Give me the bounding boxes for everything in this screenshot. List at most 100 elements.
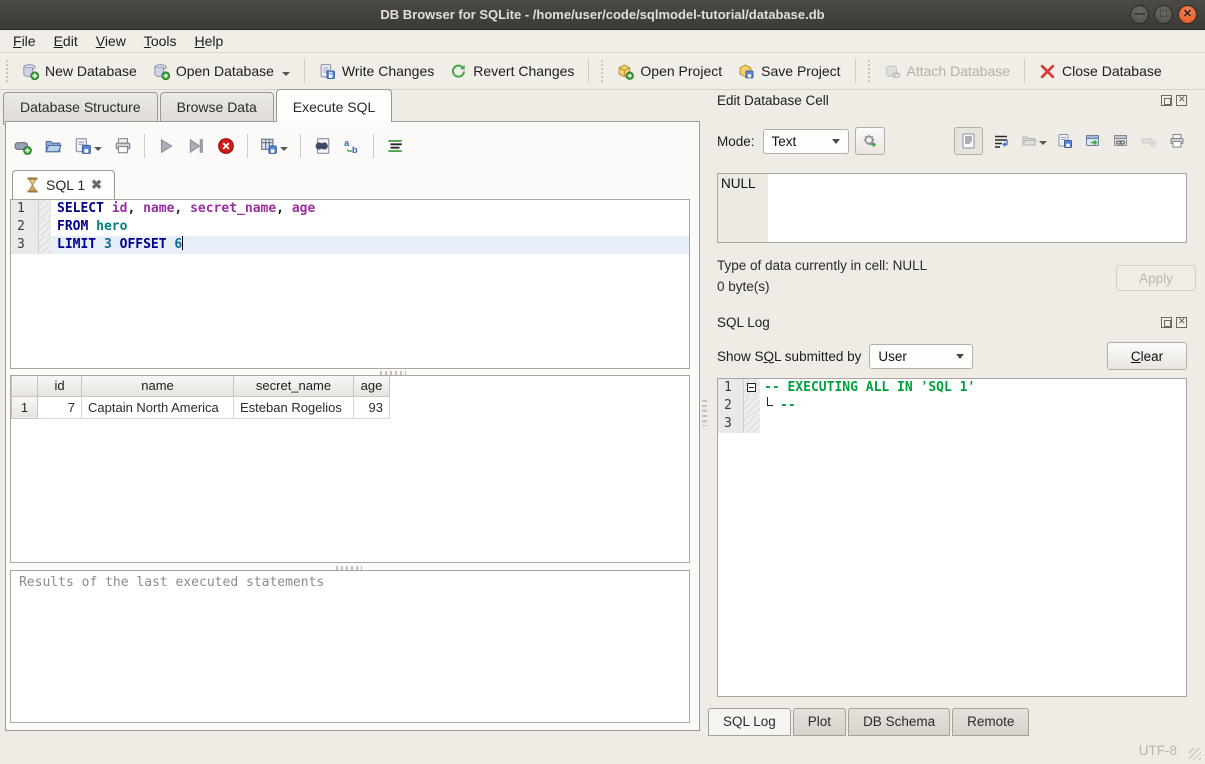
sql-log-view[interactable]: 1 -- EXECUTING ALL IN 'SQL 1' 2 -- 3: [717, 378, 1187, 697]
export-cell-button[interactable]: [1055, 131, 1075, 151]
text-view-button[interactable]: [954, 127, 983, 155]
panel-splitter[interactable]: [702, 400, 707, 426]
replace-icon: ab: [343, 137, 361, 155]
open-database-dropdown-icon[interactable]: [282, 72, 290, 76]
float-panel-icon[interactable]: [1161, 317, 1172, 328]
close-panel-icon[interactable]: [1176, 95, 1187, 106]
main-tab-bar: Database Structure Browse Data Execute S…: [0, 90, 705, 122]
chevron-down-icon: [832, 139, 840, 144]
write-changes-button[interactable]: Write Changes: [311, 58, 442, 85]
sql-token: 3: [104, 237, 112, 252]
results-message-box: Results of the last executed statements: [10, 570, 690, 723]
sql-log-filter-row: Show SQL submitted by User Clear: [717, 342, 1187, 370]
float-panel-icon[interactable]: [1161, 95, 1172, 106]
minimize-button[interactable]: ―: [1130, 5, 1149, 24]
open-external-button[interactable]: [1083, 131, 1103, 151]
tab-plot[interactable]: Plot: [793, 708, 846, 736]
menu-tools[interactable]: Tools: [135, 30, 186, 52]
export-table-icon: [260, 137, 278, 155]
cell-secret-name[interactable]: Esteban Rogelios: [234, 396, 354, 418]
table-row[interactable]: 1 7 Captain North America Esteban Rogeli…: [12, 396, 390, 418]
save-project-button[interactable]: Save Project: [730, 58, 848, 85]
cell-name[interactable]: Captain North America: [82, 396, 234, 418]
format-sql-button[interactable]: [380, 133, 410, 159]
export-results-button[interactable]: [254, 133, 294, 159]
close-database-button[interactable]: Close Database: [1031, 58, 1170, 85]
cell-editor[interactable]: NULL: [717, 173, 1187, 243]
sql-editor[interactable]: 1 SELECT id, name, secret_name, age 2 FR…: [10, 199, 690, 369]
menu-help[interactable]: Help: [186, 30, 233, 52]
sql-token: [104, 201, 112, 216]
auto-apply-button[interactable]: [855, 127, 885, 155]
export-dropdown-icon[interactable]: [280, 147, 288, 151]
apply-button[interactable]: Apply: [1116, 265, 1196, 291]
attach-database-icon: [884, 63, 901, 80]
title-bar: DB Browser for SQLite - /home/user/code/…: [0, 0, 1205, 30]
new-database-button[interactable]: New Database: [14, 58, 145, 85]
results-grid: id name secret_name age 1 7 Captain Nort…: [10, 375, 690, 563]
set-null-button[interactable]: [1139, 131, 1159, 151]
import-cell-button[interactable]: [1019, 131, 1049, 151]
save-sql-file-button[interactable]: [68, 133, 108, 159]
column-header-age[interactable]: age: [354, 376, 390, 396]
tab-sql-log[interactable]: SQL Log: [708, 708, 791, 736]
toolbar-grip[interactable]: [866, 60, 872, 82]
open-database-button[interactable]: Open Database: [145, 58, 298, 85]
column-header-secret-name[interactable]: secret_name: [234, 376, 354, 396]
resize-grip[interactable]: [1189, 748, 1201, 760]
open-project-icon: [617, 63, 634, 80]
close-panel-icon[interactable]: [1176, 317, 1187, 328]
column-header-name[interactable]: name: [82, 376, 234, 396]
word-wrap-button[interactable]: [991, 131, 1011, 151]
mode-select[interactable]: Text: [763, 129, 849, 154]
print-sql-button[interactable]: [108, 133, 138, 159]
tab-remote[interactable]: Remote: [952, 708, 1029, 736]
maximize-button[interactable]: □: [1154, 5, 1173, 24]
edit-cell-header: Edit Database Cell: [717, 93, 1197, 108]
save-project-icon: [738, 63, 755, 80]
cell-age[interactable]: 93: [354, 396, 390, 418]
encoding-indicator[interactable]: UTF-8: [1139, 743, 1177, 758]
find-button[interactable]: [307, 133, 337, 159]
column-header-id[interactable]: id: [38, 376, 82, 396]
log-text: --: [776, 397, 1186, 415]
cell-id[interactable]: 7: [38, 396, 82, 418]
execute-line-button[interactable]: [181, 133, 211, 159]
revert-changes-button[interactable]: Revert Changes: [442, 58, 582, 85]
menu-view[interactable]: View: [87, 30, 135, 52]
sql-toolbar: ab: [8, 129, 696, 163]
toolbar-grip[interactable]: [599, 60, 605, 82]
attach-database-button[interactable]: Attach Database: [876, 58, 1019, 85]
log-line: 3: [718, 415, 1186, 433]
print-icon: [114, 137, 132, 155]
results-header-row: id name secret_name age: [12, 376, 390, 396]
close-button[interactable]: ✕: [1178, 5, 1197, 24]
print-cell-button[interactable]: [1167, 131, 1187, 151]
replace-button[interactable]: ab: [337, 133, 367, 159]
close-tab-icon[interactable]: ✖: [91, 177, 102, 193]
sql-log-title: SQL Log: [717, 315, 770, 330]
save-sql-dropdown-icon[interactable]: [94, 147, 102, 151]
save-file-icon: [74, 137, 92, 155]
link-data-button[interactable]: [1111, 131, 1131, 151]
menu-edit[interactable]: Edit: [45, 30, 87, 52]
clear-log-button[interactable]: Clear: [1107, 342, 1187, 370]
import-dropdown-icon: [1039, 141, 1047, 145]
open-project-button[interactable]: Open Project: [609, 58, 730, 85]
toolbar-grip[interactable]: [4, 60, 10, 82]
submitter-select[interactable]: User: [869, 344, 973, 369]
new-sql-tab-button[interactable]: [8, 133, 38, 159]
stop-button[interactable]: [211, 133, 241, 159]
fold-collapse-icon[interactable]: [747, 383, 756, 392]
sql-token: 6: [174, 237, 182, 252]
tab-db-schema[interactable]: DB Schema: [848, 708, 950, 736]
tab-execute-sql[interactable]: Execute SQL: [276, 89, 393, 122]
sql-file-tab[interactable]: SQL 1 ✖: [12, 170, 115, 200]
row-number[interactable]: 1: [12, 396, 38, 418]
menu-file[interactable]: File: [4, 30, 45, 52]
execute-all-button[interactable]: [151, 133, 181, 159]
hourglass-icon: [25, 177, 40, 193]
log-text: [760, 415, 1186, 433]
find-icon: [313, 137, 331, 155]
open-sql-file-button[interactable]: [38, 133, 68, 159]
